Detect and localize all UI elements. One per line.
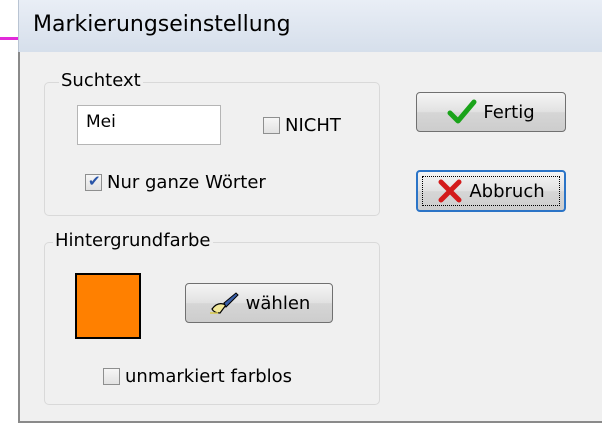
choose-color-button[interactable]: wählen (185, 283, 333, 323)
whole-words-checkbox[interactable] (85, 172, 102, 191)
background-color-group-title: Hintergrundfarbe (53, 230, 213, 251)
window-title: Markierungseinstellung (33, 12, 291, 37)
checkmark-icon (447, 99, 477, 125)
focus-rectangle (422, 176, 560, 206)
search-text-group-title: Suchtext (59, 70, 143, 91)
dialog-client-area: Suchtext Mei NICHT Nur ganze Wörter Hint… (18, 52, 602, 423)
background-color-group: Hintergrundfarbe wählen unmarkiert farbl… (44, 230, 380, 405)
color-swatch (75, 273, 141, 339)
title-bar[interactable]: Markierungseinstellung (18, 0, 602, 52)
search-text-input[interactable]: Mei (77, 105, 221, 145)
unmarked-colorless-checkbox-label[interactable]: unmarkiert farblos (125, 366, 292, 387)
unmarked-colorless-checkbox[interactable] (103, 368, 120, 385)
not-checkbox-label[interactable]: NICHT (285, 115, 341, 136)
dialog-window: Markierungseinstellung Suchtext Mei NICH… (18, 0, 602, 423)
search-text-group: Suchtext Mei NICHT Nur ganze Wörter (44, 70, 380, 216)
not-checkbox[interactable] (263, 117, 280, 134)
ok-button-label: Fertig (483, 101, 535, 123)
choose-color-button-label: wählen (245, 292, 311, 314)
whole-words-checkbox-label[interactable]: Nur ganze Wörter (107, 172, 266, 193)
brush-icon (208, 291, 240, 315)
cancel-button[interactable]: Abbruch (416, 170, 566, 212)
ok-button[interactable]: Fertig (416, 92, 566, 132)
